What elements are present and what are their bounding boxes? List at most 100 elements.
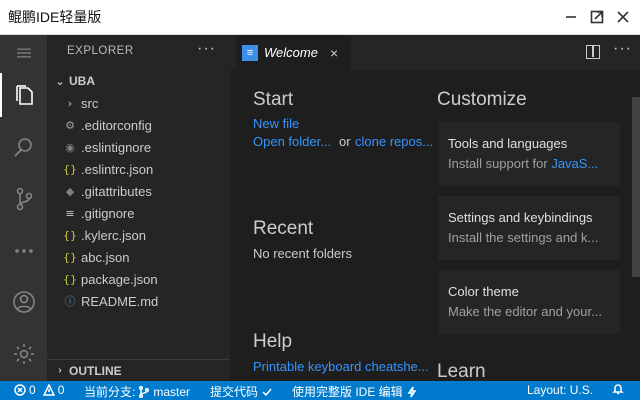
files-icon [15, 85, 33, 105]
card-title: Tools and languages [448, 136, 568, 151]
git-icon: ◆ [65, 184, 75, 198]
explorer-more-button[interactable]: ··· [197, 40, 216, 58]
tree-item-label: .eslintignore [81, 139, 152, 155]
clone-repo-link[interactable]: clone repos... [355, 134, 433, 149]
folder-uba[interactable]: ⌄ UBA [47, 70, 230, 92]
branch-label: 当前分支: [84, 385, 136, 399]
activity-search[interactable] [0, 125, 47, 169]
editor-more-button[interactable]: ··· [613, 40, 632, 58]
bell-icon [612, 384, 624, 395]
card-desc: Make the editor and your... [448, 304, 602, 319]
minimize-icon [566, 16, 576, 18]
branch-icon [139, 385, 150, 398]
chevron-down-icon: ⌄ [55, 75, 65, 88]
card-desc-link[interactable]: JavaS... [551, 156, 598, 171]
activity-settings[interactable] [0, 332, 47, 376]
json-icon: {} [63, 250, 77, 264]
tree-item-editorconfig[interactable]: ⚙ .editorconfig [47, 114, 230, 136]
notifications-button[interactable] [612, 383, 624, 395]
close-window-button[interactable] [612, 6, 634, 28]
eslint-icon: ◉ [65, 140, 75, 154]
tree-item-readme[interactable]: ⓘ README.md [47, 290, 230, 312]
card-desc: Install support for JavaS... [448, 156, 598, 171]
new-file-link[interactable]: New file [253, 116, 299, 131]
tree-item-label: README.md [81, 293, 159, 309]
editor-area: ≡ Welcome × ··· Start New file Open fold… [230, 35, 640, 381]
tree-item-eslintrc[interactable]: {} .eslintrc.json [47, 158, 230, 180]
full-ide-label: 使用完整版 IDE 编辑 [292, 385, 403, 399]
account-icon [12, 291, 35, 313]
tree-item-gitattributes[interactable]: ◆ .gitattributes [47, 180, 230, 202]
tree-item-kylerc[interactable]: {} .kylerc.json [47, 224, 230, 246]
window-controls [560, 6, 634, 28]
card-title: Settings and keybindings [448, 210, 593, 225]
tab-welcome[interactable]: ≡ Welcome × [236, 35, 351, 70]
branch-indicator[interactable]: 当前分支: master [84, 383, 190, 400]
close-icon [617, 11, 629, 23]
explorer-title: EXPLORER [67, 45, 134, 57]
keyboard-layout-indicator[interactable]: Layout: U.S. [527, 383, 593, 397]
outline-label: OUTLINE [69, 363, 122, 378]
activity-source-control[interactable] [0, 177, 47, 221]
tab-bar: ≡ Welcome × ··· [230, 35, 640, 70]
gear-icon: ⚙ [65, 118, 75, 132]
recent-heading: Recent [253, 218, 314, 239]
problems-indicator[interactable]: 0 0 [14, 383, 64, 397]
menu-button[interactable] [0, 31, 47, 75]
commit-button[interactable]: 提交代码 [210, 383, 273, 400]
check-icon [262, 388, 272, 396]
card-tools-languages[interactable]: Tools and languages Install support for … [438, 122, 620, 186]
tree-item-eslintignore[interactable]: ◉ .eslintignore [47, 136, 230, 158]
learn-heading: Learn [437, 361, 486, 381]
lightning-icon [407, 386, 417, 397]
open-folder-link[interactable]: Open folder... [253, 134, 331, 149]
maximize-button[interactable] [586, 6, 608, 28]
tree-item-label: .gitattributes [81, 183, 152, 199]
title-bar: 鲲鹏IDE轻量版 [0, 0, 640, 35]
minimize-button[interactable] [560, 6, 582, 28]
ide-window: 鲲鹏IDE轻量版 EXPLORER ··· ⌄ UBA › src ⚙ .edi… [0, 0, 640, 400]
card-desc-text: Install support for [448, 156, 552, 171]
warning-icon [42, 384, 55, 396]
commit-label: 提交代码 [210, 385, 259, 399]
tree-item-abc-json[interactable]: {} abc.json [47, 246, 230, 268]
help-heading: Help [253, 331, 293, 352]
card-title: Color theme [448, 284, 519, 299]
outline-section[interactable]: › OUTLINE [47, 359, 230, 381]
customize-heading: Customize [437, 89, 527, 110]
card-settings-keybindings[interactable]: Settings and keybindings Install the set… [438, 196, 620, 260]
chevron-right-icon: › [58, 365, 62, 376]
open-full-ide-button[interactable]: 使用完整版 IDE 编辑 [292, 383, 418, 400]
tree-item-gitignore[interactable]: ≡ .gitignore [47, 202, 230, 224]
json-icon: {} [63, 228, 77, 242]
tree-item-src[interactable]: › src [47, 92, 230, 114]
hamburger-icon [16, 48, 31, 58]
tree-item-label: .gitignore [81, 205, 135, 221]
card-desc-text: Make the editor and your... [448, 304, 602, 319]
tree-item-label: package.json [81, 271, 158, 287]
card-desc-text: Install the settings and k... [448, 230, 599, 245]
error-icon [14, 384, 26, 396]
json-icon: {} [63, 272, 77, 286]
activity-accounts[interactable] [0, 280, 47, 324]
info-icon: ⓘ [64, 295, 76, 308]
or-text: or [339, 134, 351, 149]
welcome-icon: ≡ [242, 44, 258, 61]
activity-bar [0, 35, 47, 381]
editor-scrollbar[interactable] [632, 97, 640, 277]
activity-explorer[interactable] [0, 73, 47, 117]
tab-label: Welcome [264, 45, 318, 60]
activity-more[interactable] [0, 229, 47, 273]
warning-count: 0 [57, 383, 65, 397]
expand-icon [590, 10, 604, 24]
more-icon [14, 249, 33, 253]
window-title: 鲲鹏IDE轻量版 [8, 9, 102, 25]
card-color-theme[interactable]: Color theme Make the editor and your... [438, 270, 620, 334]
tree-item-label: src [81, 95, 99, 111]
gear-icon [13, 344, 34, 364]
tree-item-label: .kylerc.json [81, 227, 147, 243]
split-editor-icon[interactable] [586, 45, 600, 59]
tree-item-package-json[interactable]: {} package.json [47, 268, 230, 290]
close-tab-button[interactable]: × [330, 45, 338, 61]
keyboard-cheatsheet-link[interactable]: Printable keyboard cheatshe... [253, 359, 429, 374]
